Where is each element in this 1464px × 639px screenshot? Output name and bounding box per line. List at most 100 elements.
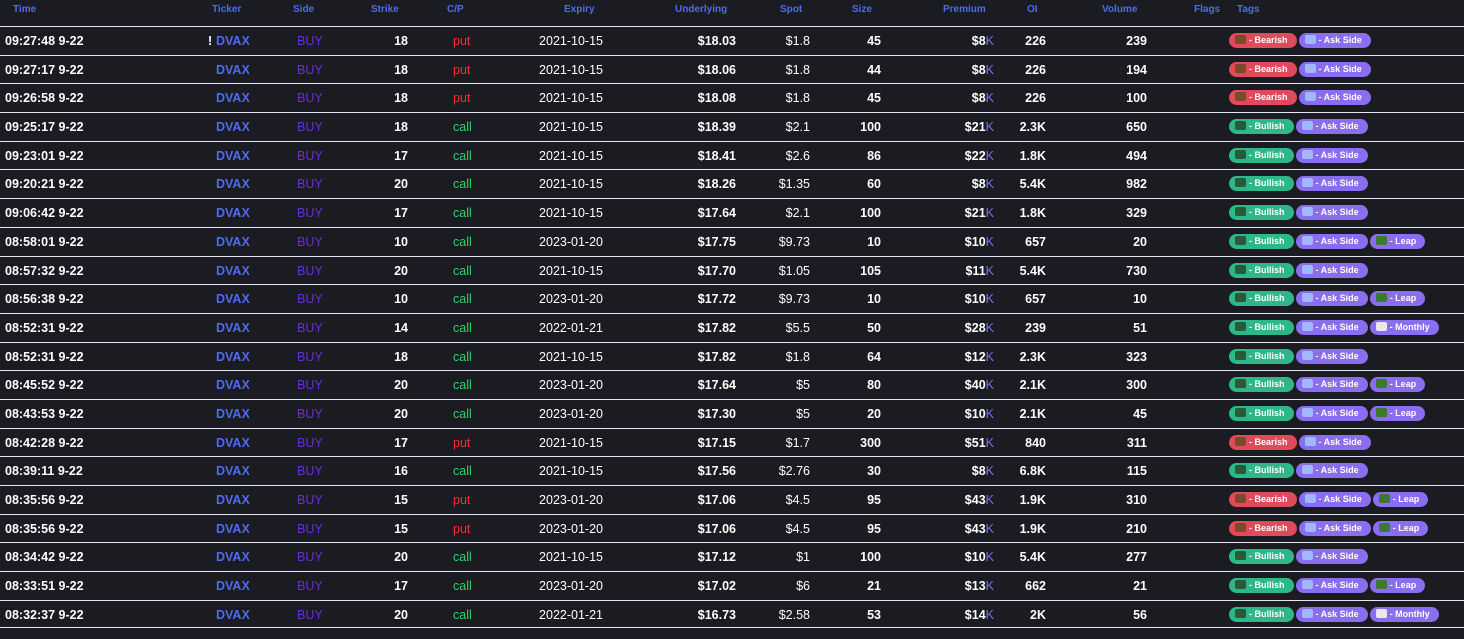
tag-bullish[interactable]: - Bullish bbox=[1229, 262, 1294, 278]
header-oi[interactable]: OI bbox=[1027, 4, 1038, 15]
tag-bearish[interactable]: - Bearish bbox=[1229, 61, 1297, 77]
header-underlying[interactable]: Underlying bbox=[675, 4, 727, 15]
tag-leap[interactable]: - Leap bbox=[1369, 377, 1426, 393]
table-row[interactable]: 08:39:11 9-22 DVAX BUY 16 call 2021-10-15 $17.… bbox=[0, 456, 1464, 485]
tag-ask[interactable]: - Ask Side bbox=[1295, 233, 1368, 249]
tag-leap[interactable]: - Leap bbox=[1369, 291, 1426, 307]
tag-ask[interactable]: - Ask Side bbox=[1295, 205, 1368, 221]
tag-bullish[interactable]: - Bullish bbox=[1229, 176, 1294, 192]
tag-bullish[interactable]: - Bullish bbox=[1229, 405, 1294, 421]
table-row[interactable]: 08:52:31 9-22 DVAX BUY 18 call 2021-10-15 $17.… bbox=[0, 341, 1464, 371]
tag-ask[interactable]: - Ask Side bbox=[1295, 319, 1368, 335]
ticker-link[interactable]: DVAX bbox=[216, 407, 250, 421]
tag-bullish[interactable]: - Bullish bbox=[1229, 119, 1294, 135]
tag-bearish[interactable]: - Bearish bbox=[1229, 520, 1297, 536]
tag-ask[interactable]: - Ask Side bbox=[1298, 33, 1371, 48]
tag-bullish[interactable]: - Bullish bbox=[1229, 319, 1294, 335]
ticker-link[interactable]: DVAX bbox=[216, 91, 250, 105]
ticker-link[interactable]: DVAX bbox=[216, 579, 250, 593]
ticker-link[interactable]: DVAX bbox=[216, 550, 250, 564]
tag-monthly[interactable]: - Monthly bbox=[1369, 606, 1439, 622]
tag-ask[interactable]: - Ask Side bbox=[1298, 61, 1371, 77]
ticker-link[interactable]: DVAX bbox=[216, 378, 250, 392]
ticker-link[interactable]: DVAX bbox=[216, 235, 250, 249]
ticker-link[interactable]: DVAX bbox=[216, 522, 250, 536]
ticker-link[interactable]: DVAX bbox=[216, 149, 250, 163]
tag-bearish[interactable]: - Bearish bbox=[1229, 434, 1297, 450]
header-volume[interactable]: Volume bbox=[1102, 4, 1137, 15]
tag-leap[interactable]: - Leap bbox=[1372, 520, 1429, 536]
table-row[interactable]: 08:35:56 9-22 DVAX BUY 15 put 2023-01-20 $17.0… bbox=[0, 513, 1464, 543]
ticker-link[interactable]: DVAX bbox=[216, 34, 250, 48]
ticker-link[interactable]: DVAX bbox=[216, 436, 250, 450]
ticker-link[interactable]: DVAX bbox=[216, 63, 250, 77]
table-row[interactable]: 08:57:32 9-22 DVAX BUY 20 call 2021-10-15 $17.… bbox=[0, 255, 1464, 285]
table-row[interactable]: 09:26:58 9-22 DVAX BUY 18 put 2021-10-15 $18.0… bbox=[0, 83, 1464, 112]
header-size[interactable]: Size bbox=[852, 4, 872, 15]
tag-bullish[interactable]: - Bullish bbox=[1229, 205, 1294, 221]
table-row[interactable]: 08:58:01 9-22 DVAX BUY 10 call 2023-01-20 $17.… bbox=[0, 226, 1464, 256]
ticker-link[interactable]: DVAX bbox=[216, 464, 250, 478]
ticker-link[interactable]: DVAX bbox=[216, 321, 250, 335]
tag-ask[interactable]: - Ask Side bbox=[1298, 434, 1371, 450]
tag-bearish[interactable]: - Bearish bbox=[1229, 33, 1297, 48]
header-expiry[interactable]: Expiry bbox=[564, 4, 595, 15]
header-tags[interactable]: Tags bbox=[1237, 4, 1260, 15]
table-row[interactable]: 09:23:01 9-22 DVAX BUY 17 call 2021-10-15 $18.… bbox=[0, 140, 1464, 170]
table-row[interactable]: 08:32:37 9-22 DVAX BUY 20 call 2022-01-21 $16.… bbox=[0, 599, 1464, 629]
table-row[interactable]: 08:33:51 9-22 DVAX BUY 17 call 2023-01-20 $17.… bbox=[0, 571, 1464, 600]
table-row[interactable]: 08:56:38 9-22 DVAX BUY 10 call 2023-01-20 $17.… bbox=[0, 284, 1464, 313]
tag-ask[interactable]: - Ask Side bbox=[1295, 176, 1368, 192]
tag-ask[interactable]: - Ask Side bbox=[1295, 405, 1368, 421]
table-row[interactable]: 09:27:17 9-22 DVAX BUY 18 put 2021-10-15 $18.0… bbox=[0, 54, 1464, 84]
header-ticker[interactable]: Ticker bbox=[212, 4, 241, 15]
table-row[interactable]: 09:27:48 9-22! DVAX BUY 18 put 2021-10-15 $18.… bbox=[0, 26, 1464, 55]
ticker-link[interactable]: DVAX bbox=[216, 350, 250, 364]
header-flags[interactable]: Flags bbox=[1194, 4, 1220, 15]
table-row[interactable]: 08:34:42 9-22 DVAX BUY 20 call 2021-10-15 $17.… bbox=[0, 542, 1464, 571]
ticker-link[interactable]: DVAX bbox=[216, 177, 250, 191]
tag-leap[interactable]: - Leap bbox=[1369, 233, 1426, 249]
tag-leap[interactable]: - Leap bbox=[1369, 405, 1426, 421]
tag-ask[interactable]: - Ask Side bbox=[1295, 377, 1368, 393]
ticker-link[interactable]: DVAX bbox=[216, 608, 250, 622]
tag-leap[interactable]: - Leap bbox=[1369, 578, 1426, 594]
tag-leap[interactable]: - Leap bbox=[1372, 492, 1429, 507]
table-row[interactable]: 09:20:21 9-22 DVAX BUY 20 call 2021-10-15 $18.… bbox=[0, 169, 1464, 198]
tag-ask[interactable]: - Ask Side bbox=[1298, 520, 1371, 536]
tag-ask[interactable]: - Ask Side bbox=[1295, 606, 1368, 622]
tag-ask[interactable]: - Ask Side bbox=[1295, 348, 1368, 364]
tag-monthly[interactable]: - Monthly bbox=[1369, 319, 1439, 335]
tag-bullish[interactable]: - Bullish bbox=[1229, 233, 1294, 249]
tag-bearish[interactable]: - Bearish bbox=[1229, 492, 1297, 507]
table-row[interactable]: 08:45:52 9-22 DVAX BUY 20 call 2023-01-20 $17.… bbox=[0, 370, 1464, 399]
tag-bullish[interactable]: - Bullish bbox=[1229, 377, 1294, 393]
header-strike[interactable]: Strike bbox=[371, 4, 399, 15]
tag-bullish[interactable]: - Bullish bbox=[1229, 291, 1294, 307]
table-row[interactable]: 08:42:28 9-22 DVAX BUY 17 put 2021-10-15 $17.1… bbox=[0, 427, 1464, 457]
table-row[interactable]: 09:06:42 9-22 DVAX BUY 17 call 2021-10-15 $17.… bbox=[0, 198, 1464, 227]
tag-ask[interactable]: - Ask Side bbox=[1295, 578, 1368, 594]
table-row[interactable]: 08:43:53 9-22 DVAX BUY 20 call 2023-01-20 $17.… bbox=[0, 398, 1464, 428]
tag-ask[interactable]: - Ask Side bbox=[1295, 549, 1368, 565]
tag-ask[interactable]: - Ask Side bbox=[1295, 463, 1368, 479]
tag-bullish[interactable]: - Bullish bbox=[1229, 606, 1294, 622]
tag-bullish[interactable]: - Bullish bbox=[1229, 463, 1294, 479]
table-row[interactable]: 08:35:56 9-22 DVAX BUY 15 put 2023-01-20 $17.0… bbox=[0, 485, 1464, 514]
ticker-link[interactable]: DVAX bbox=[216, 206, 250, 220]
tag-bullish[interactable]: - Bullish bbox=[1229, 549, 1294, 565]
tag-ask[interactable]: - Ask Side bbox=[1298, 90, 1371, 106]
tag-ask[interactable]: - Ask Side bbox=[1295, 291, 1368, 307]
tag-ask[interactable]: - Ask Side bbox=[1295, 147, 1368, 163]
tag-bearish[interactable]: - Bearish bbox=[1229, 90, 1297, 106]
ticker-link[interactable]: DVAX bbox=[216, 264, 250, 278]
ticker-link[interactable]: DVAX bbox=[216, 493, 250, 507]
ticker-link[interactable]: DVAX bbox=[216, 120, 250, 134]
tag-bullish[interactable]: - Bullish bbox=[1229, 147, 1294, 163]
header-premium[interactable]: Premium bbox=[943, 4, 986, 15]
tag-ask[interactable]: - Ask Side bbox=[1298, 492, 1371, 507]
ticker-link[interactable]: DVAX bbox=[216, 292, 250, 306]
header-cp[interactable]: C/P bbox=[447, 4, 464, 15]
tag-ask[interactable]: - Ask Side bbox=[1295, 262, 1368, 278]
tag-bullish[interactable]: - Bullish bbox=[1229, 578, 1294, 594]
